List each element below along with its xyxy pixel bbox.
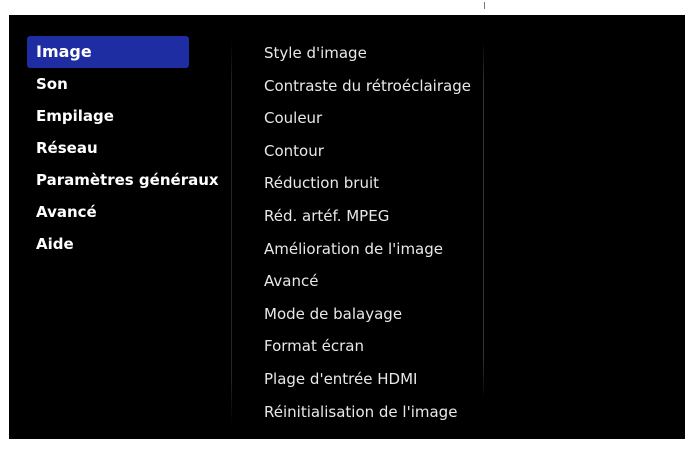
main-menu-item-son[interactable]: Son xyxy=(27,68,189,100)
main-menu: Image Son Empilage Réseau Paramètres gén… xyxy=(27,36,219,260)
settings-menu-panel: Image Son Empilage Réseau Paramètres gén… xyxy=(9,15,685,439)
menu-divider xyxy=(231,40,232,425)
submenu-item-mode-balayage[interactable]: Mode de balayage xyxy=(264,298,504,331)
submenu-item-reinitialisation-image[interactable]: Réinitialisation de l'image xyxy=(264,396,504,429)
main-menu-item-label: Avancé xyxy=(36,203,97,221)
submenu-item-format-ecran[interactable]: Format écran xyxy=(264,330,504,363)
main-menu-item-image[interactable]: Image xyxy=(27,36,189,68)
main-menu-item-label: Aide xyxy=(36,235,74,253)
main-menu-item-parametres-generaux[interactable]: Paramètres généraux xyxy=(27,164,219,196)
main-menu-item-aide[interactable]: Aide xyxy=(27,228,189,260)
main-menu-item-label: Son xyxy=(36,75,68,93)
submenu-item-contraste-retroeclairage[interactable]: Contraste du rétroéclairage xyxy=(264,70,504,103)
main-menu-item-reseau[interactable]: Réseau xyxy=(27,132,189,164)
submenu-item-plage-entree-hdmi[interactable]: Plage d'entrée HDMI xyxy=(264,363,504,396)
submenu-item-avance[interactable]: Avancé xyxy=(264,265,504,298)
main-menu-item-avance[interactable]: Avancé xyxy=(27,196,189,228)
submenu-item-couleur[interactable]: Couleur xyxy=(264,102,504,135)
submenu-item-reduction-bruit[interactable]: Réduction bruit xyxy=(264,167,504,200)
submenu-item-style-image[interactable]: Style d'image xyxy=(264,37,504,70)
submenu-item-amelioration-image[interactable]: Amélioration de l'image xyxy=(264,233,504,266)
submenu-item-red-artef-mpeg[interactable]: Réd. artéf. MPEG xyxy=(264,200,504,233)
top-divider-mark xyxy=(484,2,485,9)
main-menu-item-empilage[interactable]: Empilage xyxy=(27,100,189,132)
page: Image Son Empilage Réseau Paramètres gén… xyxy=(0,0,694,449)
main-menu-item-label: Empilage xyxy=(36,107,114,125)
main-menu-item-label: Réseau xyxy=(36,139,98,157)
image-submenu: Style d'image Contraste du rétroéclairag… xyxy=(264,37,504,428)
submenu-divider xyxy=(483,40,484,400)
main-menu-item-label: Image xyxy=(36,42,92,61)
submenu-item-contour[interactable]: Contour xyxy=(264,135,504,168)
main-menu-item-label: Paramètres généraux xyxy=(36,171,219,189)
